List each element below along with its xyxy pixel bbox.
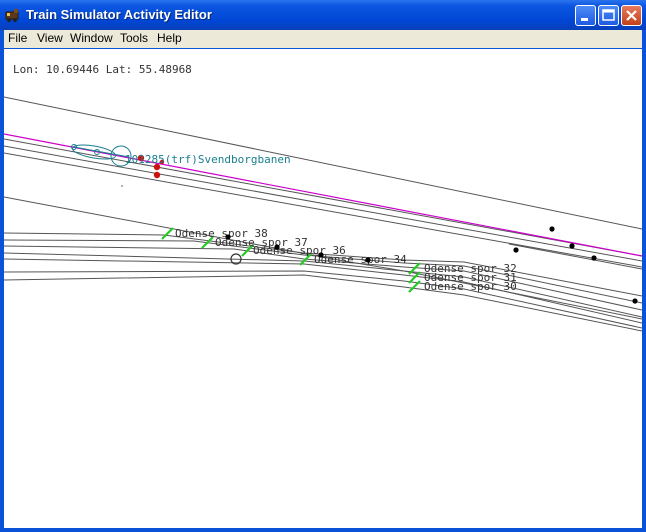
map-canvas[interactable]: Lon: 10.69446 Lat: 55.48968 101285(trf)S… bbox=[4, 49, 642, 528]
junction-node[interactable] bbox=[549, 226, 555, 232]
siding-label: Odense spor 30 bbox=[424, 280, 517, 293]
track-line bbox=[508, 243, 642, 270]
menu-window[interactable]: Window bbox=[70, 31, 113, 45]
menu-help[interactable]: Help bbox=[157, 31, 182, 45]
maximize-icon bbox=[602, 9, 615, 21]
junction-node[interactable] bbox=[274, 244, 280, 250]
app-window: Train Simulator Activity Editor File Vie… bbox=[0, 0, 646, 532]
window-title: Train Simulator Activity Editor bbox=[26, 7, 212, 22]
siding-label: Odense spor 34 bbox=[314, 253, 407, 266]
track-point bbox=[121, 185, 123, 187]
junction-node[interactable] bbox=[569, 243, 575, 249]
menu-file[interactable]: File bbox=[8, 31, 27, 45]
menu-view[interactable]: View bbox=[37, 31, 63, 45]
junction-node[interactable] bbox=[591, 255, 597, 261]
route-label: 101285(trf)Svendborgbanen bbox=[125, 153, 291, 166]
title-bar[interactable]: Train Simulator Activity Editor bbox=[0, 0, 646, 30]
menu-tools[interactable]: Tools bbox=[120, 31, 148, 45]
close-icon bbox=[626, 10, 637, 21]
junction-node[interactable] bbox=[225, 234, 231, 240]
train-consist[interactable] bbox=[71, 142, 132, 167]
junction-node[interactable] bbox=[318, 252, 324, 258]
junction-node[interactable] bbox=[632, 298, 638, 304]
track-line bbox=[4, 138, 642, 257]
maximize-button[interactable] bbox=[598, 5, 619, 26]
junction-node[interactable] bbox=[365, 257, 371, 263]
close-button[interactable] bbox=[621, 5, 642, 26]
minimize-icon bbox=[581, 18, 588, 21]
menu-bar: File View Window Tools Help bbox=[4, 30, 642, 48]
track-map[interactable]: 101285(trf)Svendborgbanen Odense spor 38… bbox=[4, 49, 642, 528]
train-app-icon bbox=[5, 9, 19, 22]
yard-track bbox=[4, 258, 642, 324]
minimize-button[interactable] bbox=[575, 5, 596, 26]
junction-node[interactable] bbox=[513, 247, 519, 253]
signal-marker[interactable] bbox=[153, 171, 161, 179]
main-tracks bbox=[4, 96, 642, 320]
